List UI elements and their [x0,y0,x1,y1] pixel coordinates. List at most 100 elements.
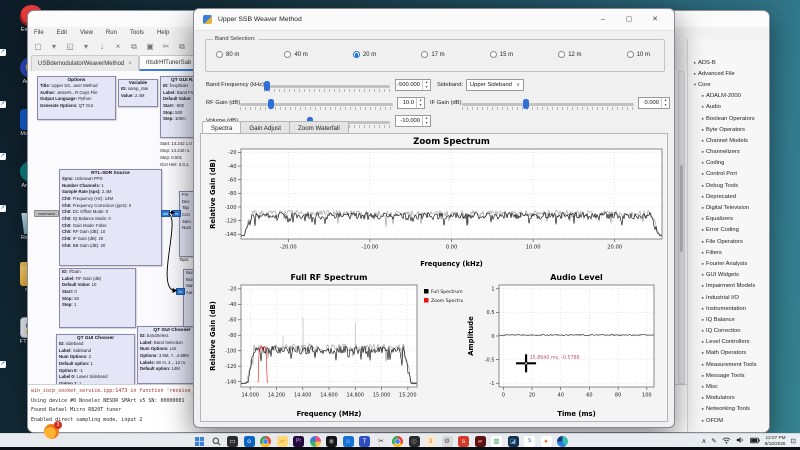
close-button[interactable]: ✕ [642,9,668,31]
menu-help[interactable]: Help [155,29,171,37]
band-frequency-slider[interactable] [264,81,390,91]
if-gain-spinbox[interactable]: 0.000 ▲▼ [638,97,670,109]
library-item-misc[interactable]: ▸Misc [688,381,769,392]
slider-track[interactable] [240,103,393,106]
band-frequency-value[interactable]: -500.000 [396,80,422,90]
library-item-math-operators[interactable]: ▸Math Operators [688,348,769,359]
new-dropdown-icon[interactable]: ▾ [49,42,59,51]
radio-20m[interactable]: 20 m [353,51,376,58]
radio-80m[interactable]: 80 m [216,51,239,58]
library-item-error-coding[interactable]: ▸Error Coding [688,225,769,236]
radio-15m[interactable]: 15 m [490,51,513,58]
slider-track[interactable] [462,103,634,106]
rf-gain-slider-handle[interactable] [268,99,274,109]
library-item-advanced-file[interactable]: ▸Advanced File [688,68,769,79]
band-frequency-spinbox[interactable]: -500.000 ▲▼ [395,79,431,91]
variable-samp-rate-block[interactable]: VariableID: samp_rateValue: 2.4M [118,79,158,107]
radio-17m[interactable]: 17 m [421,51,444,58]
library-item-file-operators[interactable]: ▸File Operators [688,236,769,247]
outlook-icon[interactable]: o [244,436,255,447]
gear-app-icon[interactable]: ⚙ [442,436,453,447]
library-item-iq-balance[interactable]: ▸IQ Balance [688,314,769,325]
snipping-tool-icon[interactable]: ✂ [376,436,387,447]
maximize-button[interactable]: ▢ [616,9,642,31]
spin-down-icon[interactable]: ▼ [662,103,669,108]
tray-notification-badge-icon[interactable]: 3 [44,424,59,439]
library-item-measurement-tools[interactable]: ▸Measurement Tools [688,359,769,370]
flame-app-icon[interactable]: ♦ [541,436,552,447]
library-item-coding[interactable]: ▸Coding [688,158,769,169]
maroon-app-icon[interactable]: ▰ [475,436,486,447]
rtl-sdr-command-port[interactable]: command [34,210,59,217]
audio-level-chart[interactable]: 02040608010010.50-0.5-1Audio LevelTime (… [465,271,666,421]
flowgraph-tab-USBdemodulatorWeaverMethod[interactable]: USBdemodulatorWeaverMethod× [31,55,139,71]
rf-gain-spinbox[interactable]: 10.0 ▲▼ [397,97,425,109]
task-view-icon[interactable]: ▭ [227,436,238,447]
library-item-channel-models[interactable]: ▸Channel Models [688,135,769,146]
red-app-icon[interactable]: s [458,436,469,447]
rf-gain-value[interactable]: 10.0 [398,98,416,108]
band-frequency-slider-handle[interactable] [264,81,270,91]
copy-icon[interactable]: ⧉ [129,42,139,52]
volume-spinbox[interactable]: -10.000 ▲▼ [395,115,431,127]
library-item-byte-operators[interactable]: ▸Byte Operators [688,124,769,135]
photos-icon[interactable] [310,436,321,447]
volume-icon[interactable] [736,436,745,446]
library-item-ofdm[interactable]: ▸OFDM [688,415,769,426]
library-item-iq-correction[interactable]: ▸IQ Correction [688,326,769,337]
library-item-digital-television[interactable]: ▸Digital Television [688,202,769,213]
full-rf-spectrum-chart[interactable]: 14.00014.20014.40014.60014.80015.00015.2… [207,271,463,421]
library-item-message-tools[interactable]: ▸Message Tools [688,370,769,381]
dialog-titlebar[interactable]: Upper SSB Weaver Method – ▢ ✕ [194,9,674,31]
chevron-up-icon[interactable]: ∧ [701,437,706,445]
spin-down-icon[interactable]: ▼ [423,121,430,126]
rf-gain-slider[interactable] [240,99,393,109]
teams-icon[interactable]: T [359,436,370,447]
library-item-modulators[interactable]: ▸Modulators [688,393,769,404]
radio-button-icon[interactable] [216,51,223,58]
notification-center-icon[interactable]: ⊡ [791,437,796,445]
minimize-button[interactable]: – [590,9,616,31]
premiere-icon[interactable]: Pr [293,436,304,447]
if-gain-slider-handle[interactable] [523,99,529,109]
file-explorer-icon[interactable]: ▱ [277,436,288,447]
rtl-sdr-out-port[interactable]: out [161,210,170,217]
radio-button-icon[interactable] [353,51,360,58]
library-item-industrial-i-o[interactable]: ▸Industrial I/O [688,292,769,303]
library-item-gui-widgets[interactable]: ▸GUI Widgets [688,270,769,281]
library-item-networking-tools[interactable]: ▸Networking Tools [688,404,769,415]
menu-tools[interactable]: Tools [128,29,146,37]
chrome-icon[interactable] [260,436,271,447]
library-item-boolean-operators[interactable]: ▸Boolean Operators [688,113,769,124]
volume-value[interactable]: -10.000 [396,116,422,126]
library-item-deprecated[interactable]: ▸Deprecated [688,191,769,202]
radio-button-icon[interactable] [284,51,291,58]
scrollbar-thumb[interactable] [680,165,683,252]
navy-app-icon[interactable]: ◪ [508,436,519,447]
library-item-instrumentation[interactable]: ▸Instrumentation [688,303,769,314]
start-button[interactable] [194,436,205,447]
library-item-core[interactable]: ▾Core [688,79,769,90]
library-item-impairment-models[interactable]: ▸Impairment Models [688,281,769,292]
library-item-control-port[interactable]: ▸Control Port [688,169,769,180]
edge-icon[interactable] [557,436,568,447]
battery-icon[interactable] [750,437,760,446]
library-item-filters[interactable]: ▸Filters [688,247,769,258]
wifi-icon[interactable] [722,436,731,446]
rf-gain-range-block[interactable]: ID: rfGainLabel: RF Gain (dB)Default Val… [59,268,136,328]
chart-app-icon[interactable]: ▥ [491,436,502,447]
options-block[interactable]: OptionsTitle: Upper SS...aver MethodAuth… [37,76,116,120]
library-item-debug-tools[interactable]: ▸Debug Tools [688,180,769,191]
duplicate-icon[interactable]: ⧉ [177,42,187,52]
if-gain-slider[interactable] [462,99,634,109]
rtl-sdr-source-block[interactable]: RTL-SDR SourceSync: Unknown PPSNumber Ch… [59,169,162,266]
chooser-sideband-block[interactable]: QT GUI ChooserID: sidebandLabel: Sideban… [56,334,135,384]
search-icon[interactable] [211,436,222,447]
radio-10m[interactable]: 10 m [627,51,650,58]
canvas-vertical-scrollbar[interactable] [678,71,685,384]
library-item-fourier-analysis[interactable]: ▸Fourier Analysis [688,258,769,269]
radio-button-icon[interactable] [490,51,497,58]
if-gain-value[interactable]: 0.000 [639,98,661,108]
radio-button-icon[interactable] [558,51,565,58]
close-icon[interactable]: × [128,61,132,67]
